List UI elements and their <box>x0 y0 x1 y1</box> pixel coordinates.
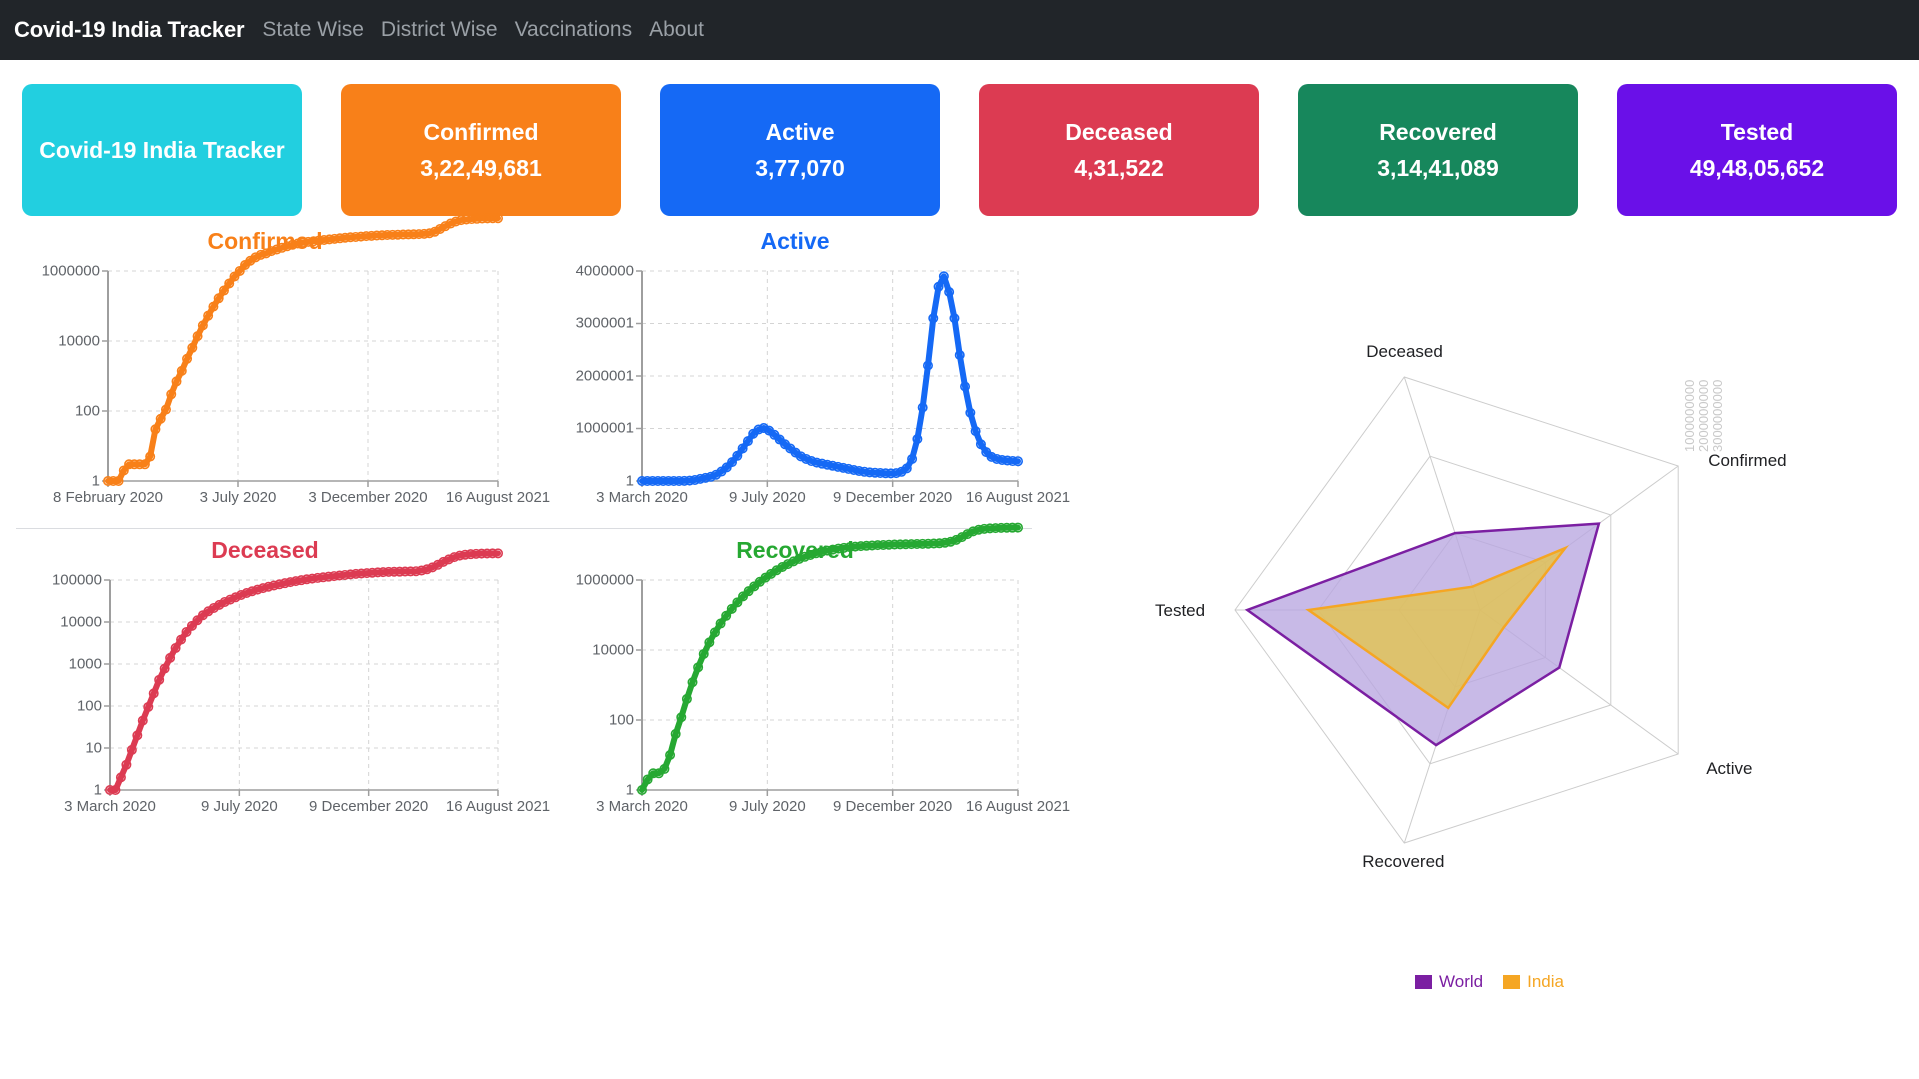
radar-scale-tick-label: 1000000000 <box>1682 379 1697 452</box>
stat-card-title: Active <box>765 119 835 146</box>
y-axis-tick-label: 1 <box>93 781 102 799</box>
stat-cards-row: Covid-19 India Tracker Confirmed 3,22,49,6… <box>0 60 1919 216</box>
stat-card-value: 3,77,070 <box>755 154 845 181</box>
stat-card-value: 3,22,49,681 <box>420 154 542 181</box>
radar-scale-tick-label: 3000000000 <box>1710 379 1725 452</box>
x-axis-tick-label: 3 July 2020 <box>199 489 277 506</box>
y-axis-tick-label: 1000001 <box>575 419 634 437</box>
main-content: Confirmed 1 100 10000 1000000 8 February 202… <box>0 213 1919 1068</box>
x-axis-tick-label: 9 July 2020 <box>728 489 806 506</box>
line-charts-column: Confirmed 1 100 10000 1000000 8 February 202… <box>0 213 1071 1068</box>
x-axis-tick-label: 16 August 2021 <box>965 489 1071 506</box>
x-axis-tick-label: 3 March 2020 <box>596 489 688 506</box>
y-axis-tick-label: 4000000 <box>575 262 634 280</box>
x-axis-tick-label: 9 July 2020 <box>728 798 806 815</box>
radar-svg <box>1234 376 1679 844</box>
stat-card-value: 4,31,522 <box>1074 154 1164 181</box>
stat-card-title: Tested <box>1720 119 1794 146</box>
legend-swatch-icon <box>1415 975 1433 989</box>
chart-svg <box>636 270 1023 487</box>
chart-plot-active: 1 1000001 2000001 3000001 4000000 3 March 202… <box>530 261 1071 511</box>
stat-card-tested[interactable]: Tested 49,48,05,652 <box>1617 84 1897 216</box>
y-axis-tick-label: 100000 <box>51 571 102 589</box>
radar-scale-tick-label: 2000000000 <box>1696 379 1711 452</box>
y-axis-tick-label: 100 <box>608 711 634 729</box>
stat-card-active[interactable]: Active 3,77,070 <box>660 84 940 216</box>
y-axis-tick-label: 2000001 <box>575 367 634 385</box>
radar-axis-label-tested: Tested <box>1155 601 1206 620</box>
y-axis-tick-label: 10000 <box>58 332 100 350</box>
legend-label: India <box>1527 972 1564 991</box>
chart-plot-confirmed: 1 100 10000 1000000 8 February 2020 3 July 20… <box>0 213 550 511</box>
stat-card-recovered[interactable]: Recovered 3,14,41,089 <box>1298 84 1578 216</box>
x-axis-tick-label: 9 December 2020 <box>833 489 953 506</box>
legend-swatch-icon <box>1503 975 1521 989</box>
legend-item-india[interactable]: India <box>1503 972 1564 992</box>
radar-axis-label-active: Active <box>1706 759 1753 778</box>
y-axis-tick-label: 100 <box>76 697 102 715</box>
chart-panel-active: Active 1 1000001 2000001 3000001 4000000 3 Ma… <box>530 220 1071 528</box>
chart-svg <box>102 213 503 487</box>
brand-title[interactable]: Covid-19 India Tracker <box>14 17 245 43</box>
chart-panel-deceased: Deceased 1 10 100 1000 10000 100000 3 March 20… <box>0 529 550 837</box>
x-axis-tick-label: 8 February 2020 <box>52 489 164 506</box>
y-axis-tick-label: 1 <box>625 781 634 799</box>
stat-card-title: Deceased <box>1065 119 1173 146</box>
chart-svg <box>636 522 1023 796</box>
y-axis-tick-label: 1000000 <box>575 571 634 589</box>
nav-link-about[interactable]: About <box>649 18 704 42</box>
y-axis-tick-label: 1000 <box>68 655 102 673</box>
x-axis-tick-label: 9 July 2020 <box>200 798 278 815</box>
chart-row-bottom: Deceased 1 10 100 1000 10000 100000 3 March 20… <box>0 522 1070 837</box>
x-axis-tick-label: 3 December 2020 <box>308 489 428 506</box>
chart-title-active: Active <box>760 228 830 254</box>
x-axis-tick-label: 9 December 2020 <box>309 798 429 815</box>
x-axis-tick-label: 16 August 2021 <box>965 798 1071 815</box>
chart-plot-deceased: 1 10 100 1000 10000 100000 3 March 2020 9 July … <box>0 548 550 820</box>
radar-axis-label-recovered: Recovered <box>1362 852 1445 871</box>
y-axis-tick-label: 1 <box>91 472 100 490</box>
radar-axis-label-deceased: Deceased <box>1366 341 1443 361</box>
y-axis-tick-label: 1 <box>625 472 634 490</box>
y-axis-tick-label: 10 <box>85 739 102 757</box>
stat-card-deceased[interactable]: Deceased 4,31,522 <box>979 84 1259 216</box>
radar-legend: World India <box>1060 972 1919 992</box>
stat-card-covid-19-india-tracker[interactable]: Covid-19 India Tracker <box>22 84 302 216</box>
chart-plot-recovered: 1 100 10000 1000000 3 March 2020 9 July 2020 9… <box>530 522 1070 820</box>
x-axis-tick-label: 3 March 2020 <box>64 798 156 815</box>
y-axis-tick-label: 1000000 <box>41 262 100 280</box>
nav-link-state-wise[interactable]: State Wise <box>262 18 364 42</box>
chart-panel-recovered: Recovered 1 100 10000 1000000 3 March 2020 9 … <box>530 522 1070 837</box>
radar-chart-column: World India Confirmed Active Recovered Teste… <box>1060 220 1919 1068</box>
radar-axis-label-confirmed: Confirmed <box>1708 450 1787 470</box>
chart-panel-confirmed: Confirmed 1 100 10000 1000000 8 February 202… <box>0 213 550 528</box>
y-axis-tick-label: 10000 <box>60 613 102 631</box>
chart-row-top: Confirmed 1 100 10000 1000000 8 February 202… <box>0 213 1071 528</box>
stat-card-confirmed[interactable]: Confirmed 3,22,49,681 <box>341 84 621 216</box>
stat-card-value: 49,48,05,652 <box>1689 154 1825 181</box>
y-axis-tick-label: 100 <box>74 402 100 420</box>
y-axis-tick-label: 3000001 <box>575 314 634 332</box>
x-axis-tick-label: 3 March 2020 <box>596 798 688 815</box>
x-axis-tick-label: 9 December 2020 <box>833 798 953 815</box>
chart-svg <box>104 548 503 796</box>
legend-label: World <box>1439 972 1484 991</box>
y-axis-tick-label: 10000 <box>592 641 634 659</box>
navbar: Covid-19 India Tracker State Wise Distri… <box>0 0 1919 60</box>
stat-card-title: Recovered <box>1379 119 1497 146</box>
nav-link-district-wise[interactable]: District Wise <box>381 18 498 42</box>
stat-card-title: Confirmed <box>423 119 539 146</box>
stat-card-title: Covid-19 India Tracker <box>39 136 285 163</box>
stat-card-value: 3,14,41,089 <box>1377 154 1499 181</box>
nav-link-vaccinations[interactable]: Vaccinations <box>515 18 633 42</box>
legend-item-world[interactable]: World <box>1415 972 1483 992</box>
radar-chart: World India Confirmed Active Recovered Teste… <box>1060 220 1919 1040</box>
